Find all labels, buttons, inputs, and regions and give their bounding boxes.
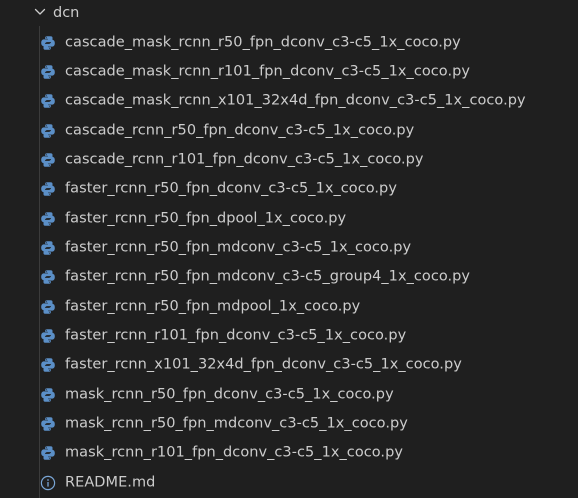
python-icon (40, 181, 56, 197)
python-icon (40, 123, 56, 139)
file-row[interactable]: cascade_mask_rcnn_x101_32x4d_fpn_dconv_c… (0, 87, 578, 116)
python-icon (40, 93, 56, 109)
info-icon (40, 475, 56, 491)
file-row[interactable]: faster_rcnn_r101_fpn_dconv_c3-c5_1x_coco… (0, 321, 578, 350)
file-name: faster_rcnn_r50_fpn_dconv_c3-c5_1x_coco.… (65, 180, 397, 197)
folder-row-dcn[interactable]: dcn (0, 0, 578, 26)
file-row[interactable]: faster_rcnn_x101_32x4d_fpn_dconv_c3-c5_1… (0, 351, 578, 380)
file-name: cascade_mask_rcnn_r101_fpn_dconv_c3-c5_1… (65, 63, 471, 80)
file-name: cascade_rcnn_r101_fpn_dconv_c3-c5_1x_coc… (65, 151, 424, 168)
python-icon (40, 357, 56, 373)
chevron-down-icon[interactable] (33, 5, 47, 19)
file-row[interactable]: mask_rcnn_r101_fpn_dconv_c3-c5_1x_coco.p… (0, 439, 578, 468)
file-name: faster_rcnn_r50_fpn_dpool_1x_coco.py (65, 210, 347, 227)
python-icon (40, 152, 56, 168)
file-name: faster_rcnn_r101_fpn_dconv_c3-c5_1x_coco… (65, 327, 407, 344)
file-row[interactable]: faster_rcnn_r50_fpn_mdconv_c3-c5_1x_coco… (0, 233, 578, 262)
file-row[interactable]: cascade_mask_rcnn_r50_fpn_dconv_c3-c5_1x… (0, 28, 578, 57)
python-icon (40, 328, 56, 344)
file-name: faster_rcnn_r50_fpn_mdconv_c3-c5_1x_coco… (65, 239, 412, 256)
python-icon (40, 35, 56, 51)
file-row[interactable]: faster_rcnn_r50_fpn_mdconv_c3-c5_group4_… (0, 263, 578, 292)
python-icon (40, 416, 56, 432)
file-name: README.md (65, 474, 156, 491)
file-row[interactable]: cascade_mask_rcnn_r101_fpn_dconv_c3-c5_1… (0, 57, 578, 86)
python-icon (40, 299, 56, 315)
file-name: faster_rcnn_x101_32x4d_fpn_dconv_c3-c5_1… (65, 357, 462, 374)
folder-name: dcn (53, 5, 80, 21)
file-name: mask_rcnn_r50_fpn_mdconv_c3-c5_1x_coco.p… (65, 415, 408, 432)
file-explorer: dcn cascade_mask_rcnn_r50_fpn_dconv_c3-c… (0, 0, 578, 498)
file-name: cascade_rcnn_r50_fpn_dconv_c3-c5_1x_coco… (65, 122, 415, 139)
file-row[interactable]: cascade_rcnn_r101_fpn_dconv_c3-c5_1x_coc… (0, 145, 578, 174)
python-icon (40, 64, 56, 80)
python-icon (40, 211, 56, 227)
file-name: cascade_mask_rcnn_x101_32x4d_fpn_dconv_c… (65, 92, 526, 109)
python-icon (40, 269, 56, 285)
file-name: mask_rcnn_r101_fpn_dconv_c3-c5_1x_coco.p… (65, 445, 403, 462)
file-row[interactable]: mask_rcnn_r50_fpn_mdconv_c3-c5_1x_coco.p… (0, 409, 578, 438)
python-icon (40, 445, 56, 461)
file-row[interactable]: mask_rcnn_r50_fpn_dconv_c3-c5_1x_coco.py (0, 380, 578, 409)
file-list: cascade_mask_rcnn_r50_fpn_dconv_c3-c5_1x… (0, 28, 578, 498)
file-row[interactable]: faster_rcnn_r50_fpn_dpool_1x_coco.py (0, 204, 578, 233)
file-row[interactable]: faster_rcnn_r50_fpn_mdpool_1x_coco.py (0, 292, 578, 321)
file-name: faster_rcnn_r50_fpn_mdconv_c3-c5_group4_… (65, 269, 471, 286)
file-row[interactable]: cascade_rcnn_r50_fpn_dconv_c3-c5_1x_coco… (0, 116, 578, 145)
python-icon (40, 387, 56, 403)
file-row[interactable]: faster_rcnn_r50_fpn_dconv_c3-c5_1x_coco.… (0, 175, 578, 204)
file-row[interactable]: README.md (0, 468, 578, 497)
file-name: cascade_mask_rcnn_r50_fpn_dconv_c3-c5_1x… (65, 34, 461, 51)
file-name: faster_rcnn_r50_fpn_mdpool_1x_coco.py (65, 298, 361, 315)
file-name: mask_rcnn_r50_fpn_dconv_c3-c5_1x_coco.py (65, 386, 394, 403)
python-icon (40, 240, 56, 256)
